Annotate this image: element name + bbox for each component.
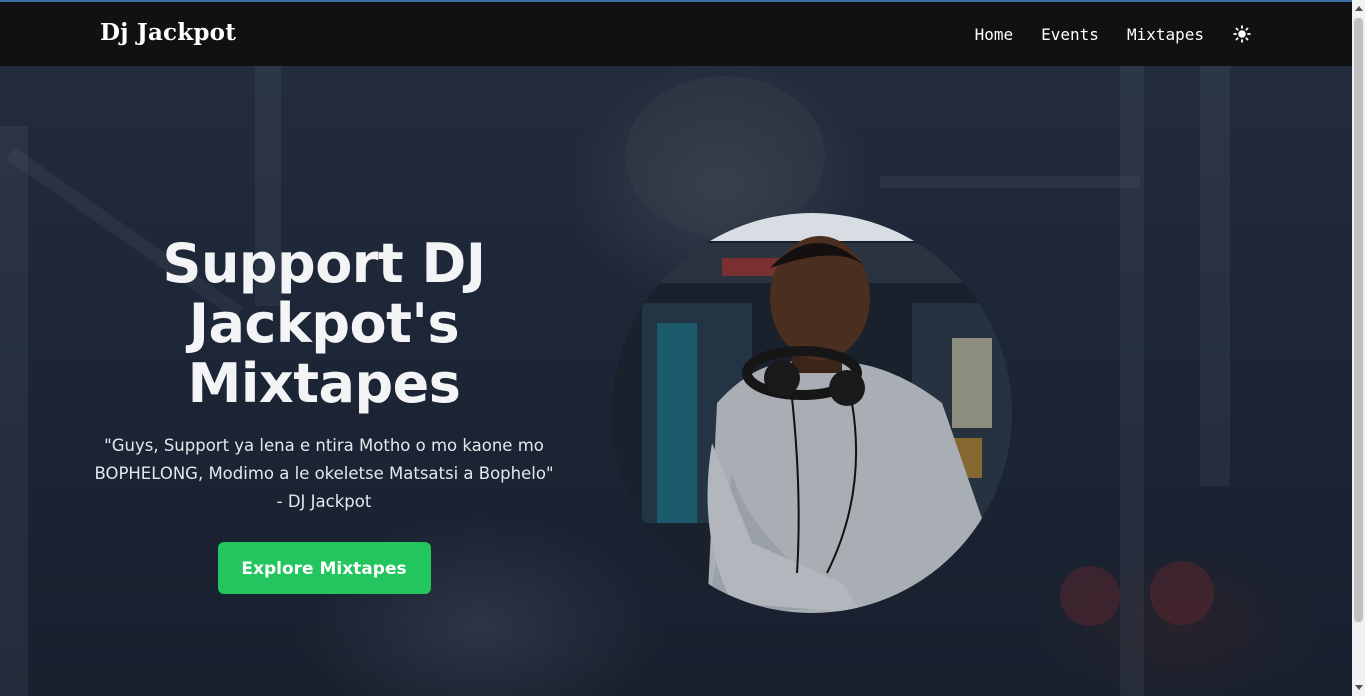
background-photo-shape <box>1120 66 1144 696</box>
scrollbar-thumb[interactable] <box>1354 18 1363 622</box>
background-photo-shape <box>625 76 825 236</box>
background-photo-shape <box>1200 66 1230 486</box>
nav-link-mixtapes[interactable]: Mixtapes <box>1127 25 1204 44</box>
hero-quote-author: - DJ Jackpot <box>276 492 372 511</box>
hero-quote-line: "Guys, Support ya lena e ntira Motho o m… <box>104 436 544 455</box>
sun-icon[interactable] <box>1232 24 1252 44</box>
nav-link-events[interactable]: Events <box>1041 25 1099 44</box>
navbar: Dj Jackpot Home Events Mixtapes <box>0 0 1352 66</box>
hero-quote: "Guys, Support ya lena e ntira Motho o m… <box>80 432 568 516</box>
background-photo-shape <box>1060 566 1120 626</box>
nav-link-home[interactable]: Home <box>975 25 1014 44</box>
background-photo-shape <box>0 126 28 696</box>
page: Dj Jackpot Home Events Mixtapes Support … <box>0 0 1365 696</box>
hero-content: Support DJ Jackpot's Mixtapes "Guys, Sup… <box>80 234 568 594</box>
hero-quote-line: BOPHELONG, Modimo a le okeletse Matsatsi… <box>94 464 554 483</box>
scroll-down-icon[interactable] <box>1355 685 1363 690</box>
page-scrollbar[interactable] <box>1352 0 1365 696</box>
explore-mixtapes-button[interactable]: Explore Mixtapes <box>217 542 431 594</box>
background-photo-shape <box>1150 561 1214 625</box>
brand-logo[interactable]: Dj Jackpot <box>100 19 236 46</box>
background-photo-shape <box>880 176 1140 188</box>
scroll-up-icon[interactable] <box>1355 6 1363 11</box>
hero-title: Support DJ Jackpot's Mixtapes <box>162 232 486 415</box>
nav-links: Home Events Mixtapes <box>975 2 1252 66</box>
dj-portrait <box>612 213 1012 613</box>
hero-section: Support DJ Jackpot's Mixtapes "Guys, Sup… <box>0 66 1352 696</box>
